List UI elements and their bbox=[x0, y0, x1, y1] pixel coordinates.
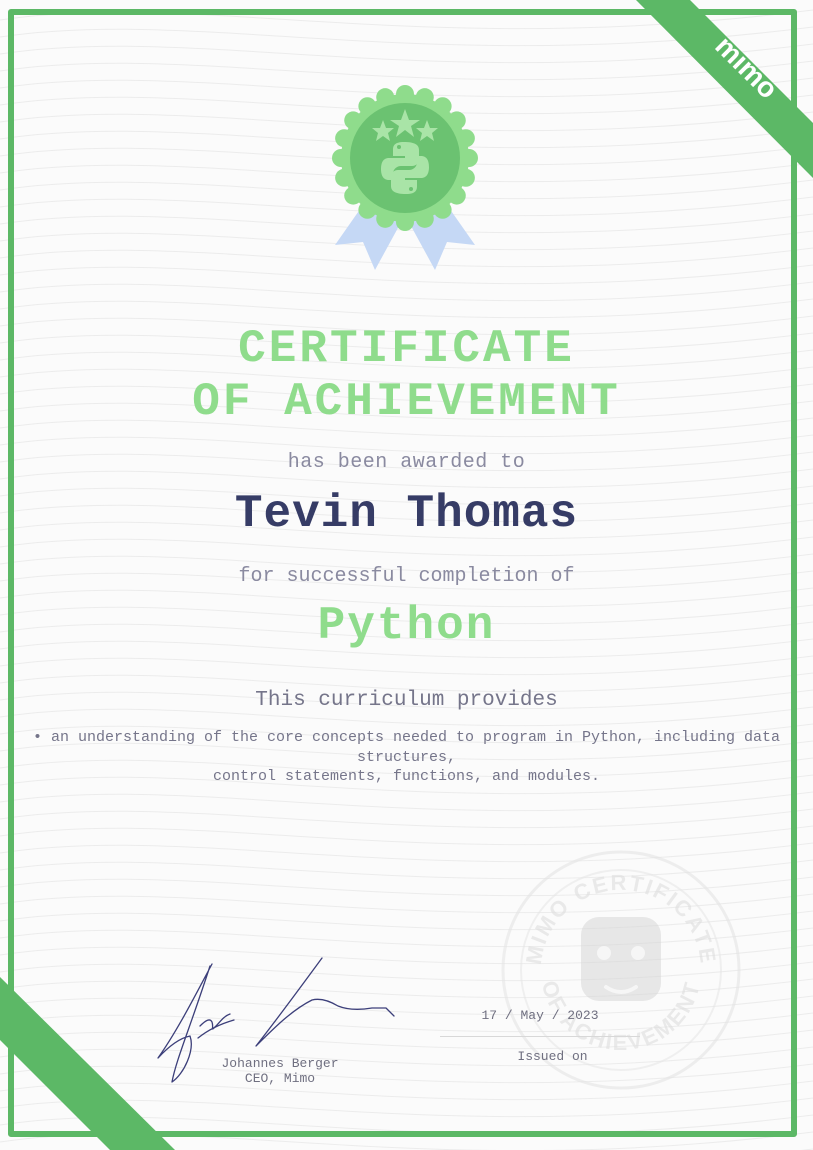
curriculum-description-line: control statements, functions, and modul… bbox=[212, 768, 601, 785]
curriculum-intro: This curriculum provides bbox=[255, 689, 558, 712]
certificate-title-line-2: OF ACHIEVEMENT bbox=[192, 376, 621, 428]
issued-on-label: Issued on bbox=[517, 1049, 588, 1064]
signer-name: Johannes Berger bbox=[221, 1056, 339, 1071]
date-divider bbox=[440, 1036, 640, 1037]
recipient-name: Tevin Thomas bbox=[234, 488, 579, 540]
completion-text: for successful completion of bbox=[238, 565, 575, 588]
certificate-title-line-1: CERTIFICATE bbox=[238, 323, 575, 375]
curriculum-description-line: • an understanding of the core concepts … bbox=[32, 729, 781, 766]
signer-title: CEO, Mimo bbox=[244, 1071, 316, 1086]
course-name: Python bbox=[317, 600, 496, 652]
awarded-to-text: has been awarded to bbox=[287, 451, 526, 474]
certificate-page: mimo CERTIFICATE OF ACHIEVEMENT has been… bbox=[0, 0, 813, 1150]
signer-block: Johannes Berger CEO, Mimo bbox=[180, 1056, 380, 1086]
python-medal-icon bbox=[332, 85, 478, 270]
issue-date: 17 / May / 2023 bbox=[481, 1008, 599, 1023]
curriculum-description: • an understanding of the core concepts … bbox=[20, 728, 793, 787]
